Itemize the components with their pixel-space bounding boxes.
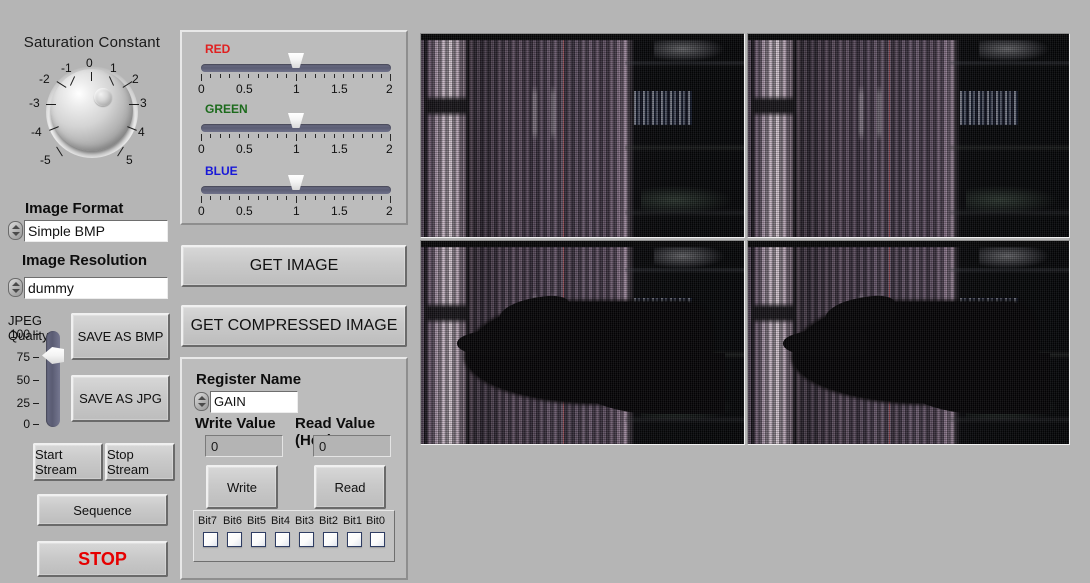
red-tick-label-05: 0.5 (236, 82, 253, 96)
green-tick-label-0: 0 (198, 142, 205, 156)
camera-image-bottom-left (421, 241, 744, 444)
bit7-label: Bit7 (198, 515, 217, 527)
bit1-label: Bit1 (343, 515, 362, 527)
bit5-label: Bit5 (247, 515, 266, 527)
knob-tick-mark-3 (129, 104, 139, 105)
red-tick-label-0: 0 (198, 82, 205, 96)
green-slider-label: GREEN (205, 102, 248, 116)
get-compressed-image-button[interactable]: GET COMPRESSED IMAGE (181, 305, 407, 347)
camera-image-top-left (421, 34, 744, 237)
bit1-checkbox[interactable] (347, 532, 362, 547)
knob-dial[interactable] (51, 69, 133, 151)
bit0-checkbox[interactable] (370, 532, 385, 547)
image-resolution-spinner[interactable] (8, 278, 23, 297)
saturation-constant-knob-group: Saturation Constant 0 -1 -2 -3 -4 -5 1 2… (6, 34, 178, 194)
image-panel-bottom-right[interactable] (747, 240, 1070, 445)
bit2-label: Bit2 (319, 515, 338, 527)
jpeg-quality-group: JPEG Quality 100 75 50 25 0 (4, 313, 74, 431)
register-name-ring[interactable]: GAIN (194, 391, 298, 413)
bit7-checkbox[interactable] (203, 532, 218, 547)
write-value-input[interactable]: 0 (205, 435, 283, 457)
read-value-display: 0 (313, 435, 391, 457)
knob-tick-label-4: 4 (138, 125, 145, 139)
bit6-label: Bit6 (223, 515, 242, 527)
jpeg-tick-label-50: 50 (16, 373, 30, 387)
blue-tick-label-1: 1 (293, 204, 300, 218)
stop-button[interactable]: STOP (37, 541, 168, 577)
jpeg-tick-label-100: 100 (9, 327, 30, 341)
image-panel-top-left[interactable] (420, 33, 745, 238)
image-format-label: Image Format (25, 200, 124, 217)
jpeg-quality-slider-track[interactable] (46, 331, 60, 427)
bit3-checkbox[interactable] (299, 532, 314, 547)
sequence-button[interactable]: Sequence (37, 494, 168, 526)
red-slider-ticks (201, 74, 391, 81)
get-image-button[interactable]: GET IMAGE (181, 245, 407, 287)
save-as-jpg-button[interactable]: SAVE AS JPG (71, 375, 170, 422)
green-tick-label-2: 2 (386, 142, 393, 156)
knob-pointer-dot (94, 88, 112, 106)
blue-slider-label: BLUE (205, 164, 238, 178)
bit4-checkbox[interactable] (275, 532, 290, 547)
jpeg-tick-label-25: 25 (16, 396, 30, 410)
knob-tick-label-3: 3 (140, 96, 147, 110)
image-format-value[interactable]: Simple BMP (24, 220, 168, 242)
bit6-checkbox[interactable] (227, 532, 242, 547)
stop-stream-button[interactable]: Stop Stream (105, 443, 175, 481)
blue-tick-label-05: 0.5 (236, 204, 253, 218)
blue-tick-label-15: 1.5 (331, 204, 348, 218)
green-tick-label-05: 0.5 (236, 142, 253, 156)
saturation-constant-title: Saturation Constant (23, 34, 161, 51)
register-name-spinner[interactable] (194, 392, 209, 411)
image-resolution-ring[interactable]: dummy (8, 277, 168, 299)
write-value-label: Write Value (195, 415, 276, 432)
green-tick-label-1: 1 (293, 142, 300, 156)
jpeg-tick-label-0: 0 (23, 417, 30, 431)
bit3-label: Bit3 (295, 515, 314, 527)
knob-tick-mark-minus5 (56, 146, 63, 157)
image-format-spinner[interactable] (8, 221, 23, 240)
bit0-label: Bit0 (366, 515, 385, 527)
jpeg-tick-label-75: 75 (16, 350, 30, 364)
register-name-label: Register Name (196, 371, 302, 388)
save-as-bmp-button[interactable]: SAVE AS BMP (71, 313, 170, 360)
blue-tick-label-0: 0 (198, 204, 205, 218)
image-resolution-value[interactable]: dummy (24, 277, 168, 299)
red-tick-label-1: 1 (293, 82, 300, 96)
red-slider-label: RED (205, 42, 231, 56)
blue-tick-label-2: 2 (386, 204, 393, 218)
start-stream-button[interactable]: Start Stream (33, 443, 103, 481)
image-panel-top-right[interactable] (747, 33, 1070, 238)
knob-tick-label-minus3: -3 (29, 96, 40, 110)
knob-tick-label-minus4: -4 (31, 125, 42, 139)
knob-tick-label-minus1: -1 (61, 61, 72, 75)
bit2-checkbox[interactable] (323, 532, 338, 547)
blue-slider-ticks (201, 196, 391, 203)
image-resolution-label: Image Resolution (22, 252, 148, 269)
knob-tick-label-5: 5 (126, 153, 133, 167)
red-tick-label-2: 2 (386, 82, 393, 96)
knob-tick-label-1: 1 (110, 61, 117, 75)
knob-tick-label-2: 2 (132, 72, 139, 86)
bit5-checkbox[interactable] (251, 532, 266, 547)
register-name-value[interactable]: GAIN (210, 391, 298, 413)
image-format-ring[interactable]: Simple BMP (8, 220, 168, 242)
rgb-gain-slider-group: RED 0 0.5 1 1.5 2 GREEN 0 0.5 1 1.5 2 BL… (180, 30, 408, 225)
write-button[interactable]: Write (206, 465, 278, 509)
knob-tick-label-0: 0 (86, 56, 93, 70)
knob-tick-mark-0 (91, 72, 92, 81)
bit-array-group: Bit7 Bit6 Bit5 Bit4 Bit3 Bit2 Bit1 Bit0 (193, 510, 395, 562)
camera-image-bottom-right (748, 241, 1069, 444)
image-panel-bottom-left[interactable] (420, 240, 745, 445)
bit4-label: Bit4 (271, 515, 290, 527)
knob-tick-mark-minus3 (46, 104, 56, 105)
knob-tick-label-minus2: -2 (39, 72, 50, 86)
knob-tick-label-minus5: -5 (40, 153, 51, 167)
red-tick-label-15: 1.5 (331, 82, 348, 96)
green-tick-label-15: 1.5 (331, 142, 348, 156)
camera-image-top-right (748, 34, 1069, 237)
read-button[interactable]: Read (314, 465, 386, 509)
green-slider-ticks (201, 134, 391, 141)
